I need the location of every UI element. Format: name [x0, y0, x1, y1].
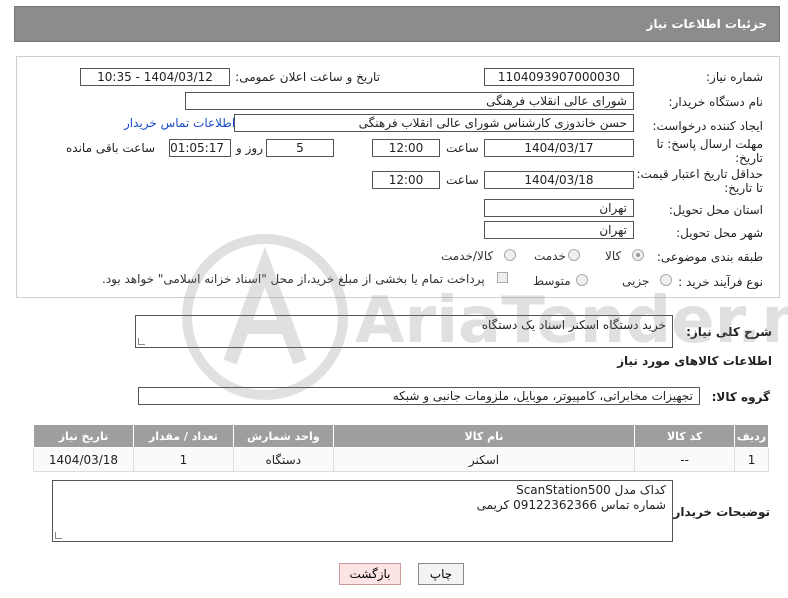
need-number-field[interactable]: 1104093907000030 [484, 68, 634, 86]
creator-label: ایجاد کننده درخواست: [652, 119, 763, 133]
deadline-time-field[interactable]: 12:00 [372, 139, 440, 157]
category-radio-goods-service[interactable] [504, 249, 516, 261]
buyer-org-label: نام دستگاه خریدار: [668, 95, 764, 109]
remaining-time-field[interactable]: 01:05:17 [169, 139, 231, 157]
payment-checkbox[interactable] [497, 272, 508, 283]
cell-code: -- [634, 447, 736, 472]
province-field[interactable]: تهران [484, 199, 634, 217]
validity-label: حداقل تاریخ اعتبار قیمت: [636, 167, 763, 181]
table-row[interactable]: 1 -- اسکنر دستگاه 1 1404/03/18 [33, 447, 769, 472]
city-field[interactable]: تهران [484, 221, 634, 239]
cell-unit: دستگاه [232, 447, 334, 472]
col-header-unit: واحد شمارش [232, 424, 334, 448]
province-label: استان محل تحویل: [668, 203, 763, 217]
deadline-label-2: تاریخ: [735, 151, 763, 165]
process-radio-medium[interactable] [576, 274, 588, 286]
category-label: طبقه بندی موضوعی: [656, 250, 763, 264]
col-header-quantity: تعداد / مقدار [132, 424, 234, 448]
days-field[interactable]: 5 [266, 139, 334, 157]
deadline-date-field[interactable]: 1404/03/17 [484, 139, 634, 157]
validity-time-field[interactable]: 12:00 [372, 171, 440, 189]
creator-field[interactable]: حسن خاندوزی کارشناس شورای عالی انقلاب فر… [234, 114, 634, 132]
process-radio-small[interactable] [660, 274, 672, 286]
col-header-name: نام کالا [332, 424, 636, 448]
process-option-medium: متوسط [533, 274, 571, 288]
category-radio-service[interactable] [568, 249, 580, 261]
goods-section-title: اطلاعات کالاهای مورد نیاز [617, 354, 772, 368]
buyer-notes-label: توضیحات خریدار: [668, 505, 770, 519]
need-number-label: شماره نیاز: [706, 70, 763, 84]
cell-date: 1404/03/18 [33, 447, 134, 472]
category-option-service: خدمت [534, 249, 566, 263]
category-radio-goods[interactable] [632, 249, 644, 261]
goods-group-field[interactable]: تجهیزات مخابراتی، کامپیوتر، موبایل، ملزو… [138, 387, 700, 405]
cell-quantity: 1 [132, 447, 234, 472]
contact-info-link[interactable]: اطلاعات تماس خریدار [124, 116, 235, 130]
resize-handle-icon[interactable] [138, 338, 145, 345]
goods-group-label: گروه کالا: [711, 390, 770, 404]
description-textarea[interactable]: خرید دستگاه اسکنر اسناد یک دستگاه [135, 315, 673, 348]
items-table-wrapper: ردیف کد کالا نام کالا واحد شمارش تعداد /… [33, 424, 769, 472]
deadline-label: مهلت ارسال پاسخ: تا [656, 137, 763, 151]
announce-field[interactable]: 1404/03/12 - 10:35 [80, 68, 230, 86]
items-table: ردیف کد کالا نام کالا واحد شمارش تعداد /… [33, 424, 769, 472]
page-header: جزئیات اطلاعات نیاز [14, 6, 780, 42]
col-header-code: کد کالا [634, 424, 736, 448]
validity-date-field[interactable]: 1404/03/18 [484, 171, 634, 189]
cell-row: 1 [734, 447, 769, 472]
payment-note: پرداخت تمام یا بخشی از مبلغ خرید،از محل … [102, 272, 485, 286]
items-table-header: ردیف کد کالا نام کالا واحد شمارش تعداد /… [33, 424, 769, 448]
process-label: نوع فرآیند خرید : [678, 275, 763, 289]
col-header-date: تاریخ نیاز [33, 424, 134, 448]
page-title: جزئیات اطلاعات نیاز [646, 17, 767, 31]
category-option-goods: کالا [605, 249, 622, 263]
buyer-notes-line2: شماره تماس 09122362366 کریمی [476, 498, 666, 512]
category-option-goods-service: کالا/خدمت [441, 249, 494, 263]
col-header-row: ردیف [734, 424, 769, 448]
cell-name: اسکنر [332, 447, 636, 472]
description-label: شرح کلی نیاز: [686, 325, 772, 339]
print-button[interactable]: چاپ [418, 563, 464, 585]
days-label: روز و [236, 141, 263, 155]
description-text: خرید دستگاه اسکنر اسناد یک دستگاه [481, 318, 666, 332]
buyer-notes-line1: کداک مدل ScanStation500 [516, 483, 666, 497]
process-option-small: جزیی [622, 274, 650, 288]
validity-label-2: تا تاریخ: [724, 181, 763, 195]
buyer-org-field[interactable]: شورای عالی انقلاب فرهنگی [185, 92, 634, 110]
validity-time-label: ساعت [446, 173, 479, 187]
back-button[interactable]: بازگشت [339, 563, 401, 585]
buyer-notes-textarea[interactable]: کداک مدل ScanStation500 شماره تماس 09122… [52, 480, 673, 542]
announce-label: تاریخ و ساعت اعلان عمومی: [235, 70, 380, 84]
resize-handle-icon[interactable] [55, 532, 62, 539]
deadline-time-label: ساعت [446, 141, 479, 155]
remaining-label: ساعت باقی مانده [66, 141, 156, 155]
city-label: شهر محل تحویل: [676, 226, 763, 240]
